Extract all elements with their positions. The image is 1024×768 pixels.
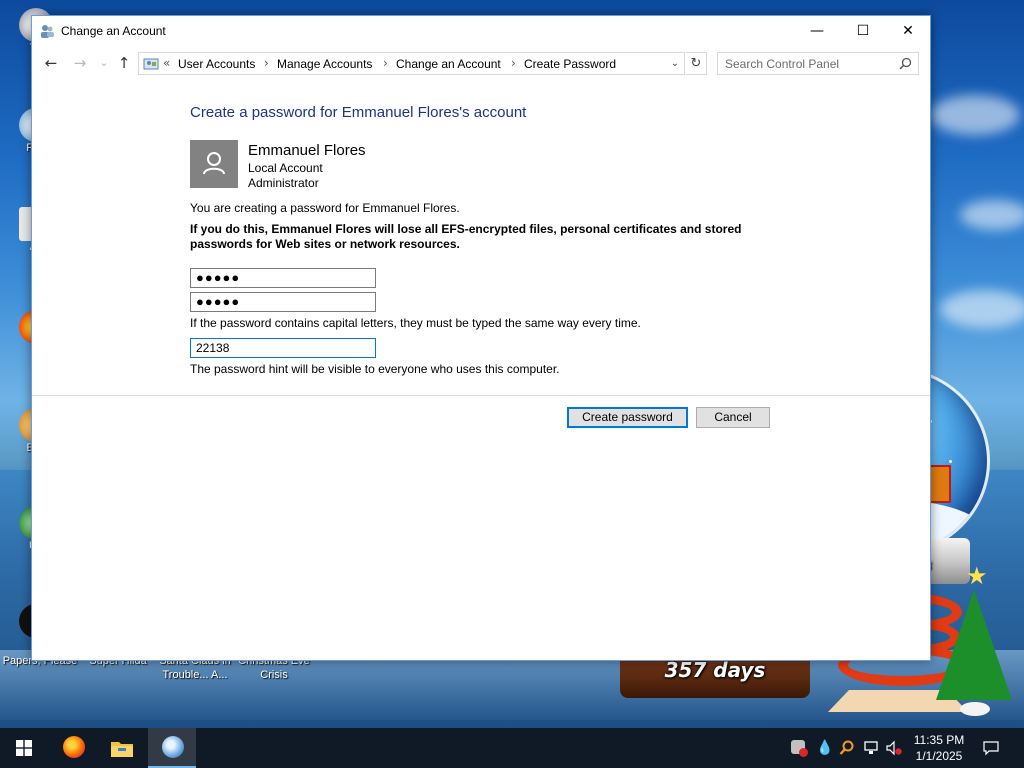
- tree-snow: [960, 702, 990, 716]
- magnifier-icon: [839, 740, 854, 755]
- taskbar-control-panel[interactable]: [148, 728, 196, 768]
- network-icon[interactable]: [863, 740, 879, 756]
- breadcrumb-change-account[interactable]: Change an Account: [396, 57, 501, 71]
- search-tray-icon[interactable]: [839, 740, 855, 756]
- user-name: Emmanuel Flores: [248, 142, 366, 159]
- taskbar-firefox[interactable]: [50, 728, 98, 768]
- minimize-icon: —: [810, 23, 824, 39]
- minimize-button[interactable]: —: [794, 16, 840, 46]
- clock-date: 1/1/2025: [915, 749, 963, 763]
- capital-letters-note: If the password contains capital letters…: [190, 316, 641, 330]
- breadcrumb-separator[interactable]: ›: [511, 56, 516, 70]
- divider: [32, 395, 930, 396]
- info-text: You are creating a password for Emmanuel…: [190, 201, 460, 215]
- change-account-window: Change an Account — ☐ ✕ ← → ⌄ ↑ « User A…: [31, 15, 931, 661]
- hint-visibility-note: The password hint will be visible to eve…: [190, 362, 560, 376]
- title-bar[interactable]: Change an Account — ☐ ✕: [32, 16, 930, 47]
- maximize-button[interactable]: ☐: [840, 16, 886, 46]
- cloud: [960, 200, 1024, 230]
- new-password-field[interactable]: ●●●●●: [190, 268, 376, 288]
- breadcrumb-separator[interactable]: ›: [264, 56, 269, 70]
- control-panel-icon: [143, 58, 159, 70]
- notifications-button[interactable]: [983, 740, 999, 756]
- create-password-button[interactable]: Create password: [567, 407, 688, 428]
- windows-start-icon: [16, 740, 32, 756]
- firefox-icon: [63, 736, 85, 758]
- breadcrumb-create-password[interactable]: Create Password: [524, 57, 616, 71]
- clock-time: 11:35 PM: [913, 733, 965, 747]
- security-icon[interactable]: [791, 740, 808, 757]
- breadcrumb-separator[interactable]: ›: [383, 56, 388, 70]
- window-title: Change an Account: [61, 24, 166, 38]
- breadcrumb-manage-accounts[interactable]: Manage Accounts: [277, 57, 372, 71]
- chevron-down-icon: ⌄: [99, 56, 109, 69]
- account-role: Administrator: [248, 176, 319, 190]
- close-icon: ✕: [902, 23, 914, 39]
- start-button[interactable]: [0, 728, 48, 768]
- warning-text: If you do this, Emmanuel Flores will los…: [190, 222, 742, 251]
- content-area: Create a password for Emmanuel Flores's …: [32, 79, 930, 660]
- volume-muted-icon[interactable]: [886, 740, 902, 756]
- breadcrumb-user-accounts[interactable]: User Accounts: [178, 57, 255, 71]
- address-bar[interactable]: « User Accounts › Manage Accounts › Chan…: [138, 52, 685, 75]
- confirm-password-field[interactable]: ●●●●●: [190, 292, 376, 312]
- christmas-tree: [936, 590, 1012, 700]
- account-type: Local Account: [248, 161, 323, 175]
- address-dropdown-icon[interactable]: ⌄: [668, 56, 682, 72]
- network-icon: [864, 741, 878, 754]
- cancel-button[interactable]: Cancel: [696, 407, 770, 428]
- user-accounts-icon: [41, 25, 54, 38]
- close-button[interactable]: ✕: [885, 16, 931, 46]
- forward-arrow-icon: →: [73, 54, 87, 72]
- user-icon: [203, 152, 225, 175]
- page-title: Create a password for Emmanuel Flores's …: [190, 104, 527, 121]
- recent-locations-button[interactable]: ⌄: [94, 53, 114, 73]
- star-icon: ★: [966, 562, 988, 590]
- up-button[interactable]: ↑: [114, 53, 134, 73]
- search-box[interactable]: [717, 52, 919, 75]
- up-arrow-icon: ↑: [117, 54, 131, 72]
- droplet-icon[interactable]: 💧: [816, 740, 833, 756]
- control-panel-icon: [162, 736, 184, 758]
- notification-icon: [983, 741, 999, 756]
- file-explorer-icon: [111, 742, 133, 757]
- taskbar-file-explorer[interactable]: [98, 728, 146, 768]
- back-arrow-icon: ←: [44, 54, 58, 72]
- countdown-label: 357 days: [664, 658, 766, 682]
- cloud: [930, 95, 1020, 135]
- search-icon[interactable]: [899, 57, 912, 70]
- speaker-icon: [886, 740, 902, 756]
- search-input[interactable]: [718, 53, 896, 74]
- cloud: [940, 290, 1024, 328]
- refresh-icon: ↻: [690, 56, 702, 71]
- breadcrumb-overflow[interactable]: «: [163, 56, 170, 70]
- back-button[interactable]: ←: [41, 53, 61, 73]
- password-hint-field[interactable]: 22138: [190, 338, 376, 358]
- navigation-bar: ← → ⌄ ↑ « User Accounts › Manage Account…: [32, 47, 930, 79]
- refresh-button[interactable]: ↻: [686, 52, 707, 75]
- forward-button[interactable]: →: [70, 53, 90, 73]
- maximize-icon: ☐: [856, 23, 870, 39]
- avatar: [190, 140, 238, 188]
- taskbar: 💧 11:35 PM 1/1/2025: [0, 728, 1024, 768]
- clock[interactable]: 11:35 PM 1/1/2025: [904, 732, 974, 764]
